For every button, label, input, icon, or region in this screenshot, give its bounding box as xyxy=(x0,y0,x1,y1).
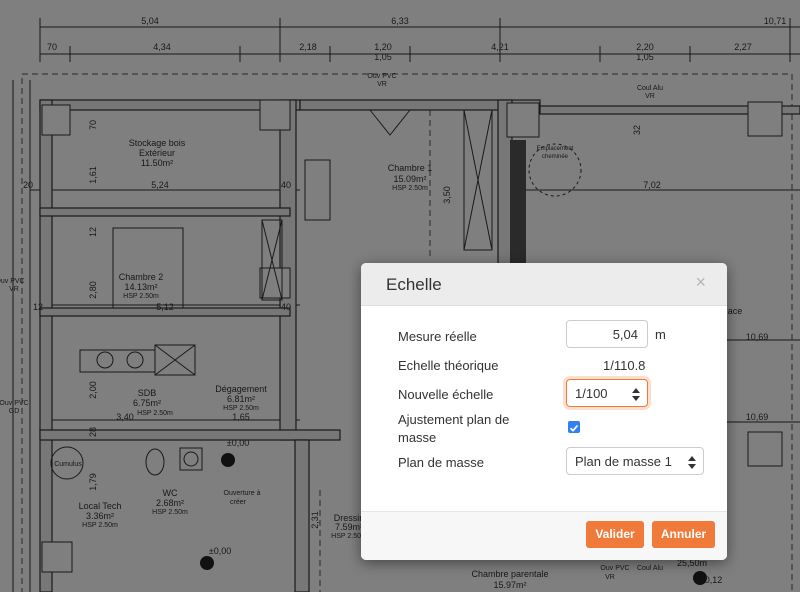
valider-button[interactable]: Valider xyxy=(586,521,644,548)
nouvelle-echelle-label: Nouvelle échelle xyxy=(398,387,494,402)
close-icon[interactable]: × xyxy=(695,273,706,291)
plan-masse-select[interactable]: Plan de masse 1 xyxy=(566,447,704,475)
mesure-reelle-input[interactable]: 5,04 xyxy=(566,320,648,348)
dialog-footer: Valider Annuler xyxy=(361,511,727,560)
checkmark-icon xyxy=(569,424,579,432)
ajustement-label-line1: Ajustement plan de xyxy=(398,412,510,427)
nouvelle-echelle-select[interactable]: 1/100 xyxy=(566,379,648,407)
mesure-reelle-value: 5,04 xyxy=(612,327,638,342)
echelle-theorique-label: Echelle théorique xyxy=(398,358,499,373)
mesure-unit: m xyxy=(655,327,666,342)
annuler-button[interactable]: Annuler xyxy=(652,521,715,548)
plan-masse-value: Plan de masse 1 xyxy=(575,454,672,469)
dialog-title: Echelle xyxy=(386,275,442,294)
ajustement-label-line2: masse xyxy=(398,430,437,445)
ajustement-checkbox[interactable] xyxy=(568,421,580,433)
echelle-theorique-value: 1/110.8 xyxy=(603,358,646,373)
select-arrows-icon xyxy=(688,456,696,469)
nouvelle-echelle-value: 1/100 xyxy=(575,386,608,401)
mesure-reelle-label: Mesure réelle xyxy=(398,329,477,344)
scale-dialog: Echelle × Mesure réelle 5,04 m Echelle t… xyxy=(361,263,727,560)
plan-masse-label: Plan de masse xyxy=(398,455,484,470)
select-arrows-icon xyxy=(632,388,640,401)
dialog-header: Echelle × xyxy=(361,263,727,306)
